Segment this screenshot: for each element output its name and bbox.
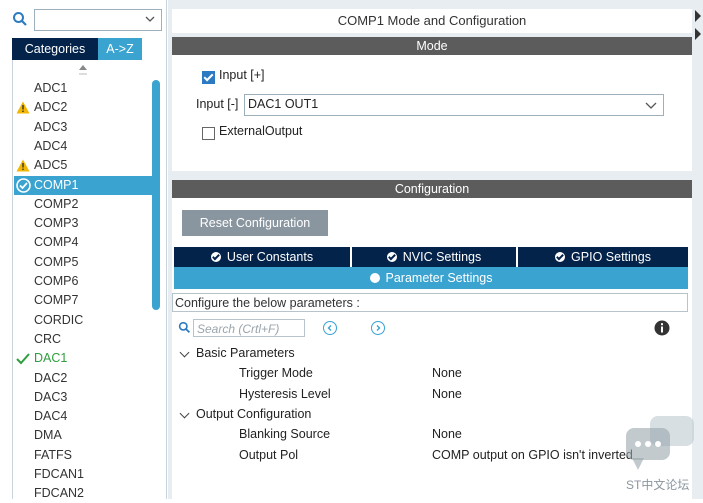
- sidebar-search-row: [12, 9, 162, 31]
- parameter-search-input[interactable]: Search (Crtl+F): [193, 319, 305, 337]
- tab-parameter-settings-label: Parameter Settings: [385, 271, 493, 285]
- info-icon[interactable]: [654, 320, 670, 336]
- sidebar-item-dma[interactable]: DMA: [14, 426, 154, 445]
- search-icon[interactable]: [178, 321, 192, 335]
- check-circle-icon: [16, 178, 31, 193]
- sidebar-item-comp1[interactable]: COMP1: [14, 176, 152, 195]
- checkmark-icon: [16, 352, 30, 365]
- sidebar-item-comp2[interactable]: COMP2: [14, 195, 154, 214]
- sidebar-item-label: FDCAN2: [34, 486, 85, 500]
- sidebar-item-label: ADC3: [34, 120, 68, 134]
- tab-user-constants-label: User Constants: [226, 250, 314, 264]
- parameter-name: Blanking Source: [239, 427, 331, 442]
- sidebar-item-adc3[interactable]: ADC3: [14, 118, 154, 137]
- next-result-icon[interactable]: [371, 321, 385, 335]
- sidebar-item-label: COMP4: [34, 235, 79, 249]
- configuration-section-header: Configuration: [172, 180, 692, 198]
- sidebar-item-comp6[interactable]: COMP6: [14, 272, 154, 291]
- sidebar-item-dac4[interactable]: DAC4: [14, 407, 154, 426]
- scroll-up-icon[interactable]: [78, 64, 88, 78]
- sidebar-item-dac2[interactable]: DAC2: [14, 369, 154, 388]
- tab-nvic-settings-label: NVIC Settings: [402, 250, 482, 264]
- check-circle-icon: [210, 252, 221, 262]
- sidebar-item-label: FATFS: [34, 448, 72, 462]
- chevron-down-icon[interactable]: [144, 13, 156, 25]
- parameter-name: Output Pol: [239, 447, 299, 462]
- search-icon[interactable]: [12, 11, 30, 29]
- sidebar-item-label: DAC3: [34, 390, 68, 404]
- mode-section-header: Mode: [172, 37, 692, 55]
- sidebar-item-label: ADC4: [34, 139, 68, 153]
- parameter-group-label[interactable]: Basic Parameters: [196, 344, 295, 363]
- chat-bubble-icon: [626, 416, 694, 470]
- parameter-group-label[interactable]: Output Configuration: [196, 405, 311, 424]
- sidebar-item-fatfs[interactable]: FATFS: [14, 446, 154, 465]
- warning-icon: [16, 159, 30, 172]
- sidebar-item-label: ADC5: [34, 158, 68, 172]
- sidebar-view-tabs: Categories A->Z: [12, 38, 142, 60]
- sidebar-item-label: COMP1: [34, 178, 79, 192]
- tab-parameter-settings[interactable]: Parameter Settings: [174, 267, 688, 289]
- sidebar-search-input[interactable]: [34, 9, 162, 31]
- tab-gpio-settings[interactable]: GPIO Settings: [518, 247, 688, 267]
- input-plus-label: Input [+]: [219, 68, 265, 82]
- previous-result-icon[interactable]: [323, 321, 337, 335]
- sidebar-item-label: COMP7: [34, 293, 79, 307]
- sidebar-item-comp7[interactable]: COMP7: [14, 291, 154, 310]
- tab-nvic-settings[interactable]: NVIC Settings: [352, 247, 516, 267]
- sidebar-item-label: COMP5: [34, 255, 79, 269]
- sidebar-item-label: ADC1: [34, 81, 68, 95]
- input-minus-select[interactable]: DAC1 OUT1: [244, 94, 664, 116]
- sidebar-item-dac3[interactable]: DAC3: [14, 388, 154, 407]
- sidebar-item-comp5[interactable]: COMP5: [14, 253, 154, 272]
- tab-categories[interactable]: Categories: [12, 38, 98, 60]
- tab-user-constants[interactable]: User Constants: [174, 247, 350, 267]
- parameter-value[interactable]: None: [432, 425, 462, 444]
- configure-parameters-text: Configure the below parameters :: [172, 293, 688, 312]
- tab-a-z[interactable]: A->Z: [98, 38, 142, 60]
- sidebar-item-dac1[interactable]: DAC1: [14, 349, 154, 368]
- check-circle-icon: [386, 252, 397, 262]
- sidebar-item-label: COMP3: [34, 216, 79, 230]
- sidebar-item-cordic[interactable]: CORDIC: [14, 311, 154, 330]
- sidebar-item-comp3[interactable]: COMP3: [14, 214, 154, 233]
- sidebar-item-adc1[interactable]: ADC1: [14, 79, 154, 98]
- parameter-value[interactable]: COMP output on GPIO isn't inverted: [432, 446, 633, 465]
- input-plus-checkbox[interactable]: [202, 71, 215, 84]
- sidebar-item-fdcan2[interactable]: FDCAN2: [14, 484, 154, 503]
- sidebar-item-adc4[interactable]: ADC4: [14, 137, 154, 156]
- watermark: ST中文论坛: [624, 412, 696, 494]
- external-output-label: ExternalOutput: [219, 124, 303, 138]
- sidebar-item-label: CRC: [34, 332, 62, 346]
- sidebar-item-comp4[interactable]: COMP4: [14, 233, 154, 252]
- parameter-name: Hysteresis Level: [239, 386, 331, 401]
- sidebar-item-label: COMP2: [34, 197, 79, 211]
- parameter-value[interactable]: None: [432, 385, 462, 404]
- page-title: COMP1 Mode and Configuration: [172, 9, 692, 33]
- chevron-down-icon: [645, 99, 657, 111]
- sidebar-item-label: DAC2: [34, 371, 68, 385]
- sidebar-item-adc2[interactable]: ADC2: [14, 98, 154, 117]
- warning-icon: [16, 101, 30, 114]
- sidebar-item-label: FDCAN1: [34, 467, 85, 481]
- sidebar-item-label: COMP6: [34, 274, 79, 288]
- tab-gpio-settings-label: GPIO Settings: [571, 250, 651, 264]
- sidebar-item-label: CORDIC: [34, 313, 84, 327]
- sidebar-item-label: DAC1: [34, 351, 68, 365]
- check-circle-icon: [555, 252, 566, 262]
- external-output-checkbox[interactable]: [202, 127, 215, 140]
- sidebar-item-label: DMA: [34, 428, 62, 442]
- sidebar-item-crc[interactable]: CRC: [14, 330, 154, 349]
- input-minus-label: Input [-]: [196, 97, 239, 111]
- sidebar-item-label: ADC2: [34, 100, 68, 114]
- input-minus-value: DAC1 OUT1: [248, 97, 319, 111]
- watermark-text: ST中文论坛: [626, 478, 690, 492]
- sidebar-item-fdcan1[interactable]: FDCAN1: [14, 465, 154, 484]
- parameter-name: Trigger Mode: [239, 366, 313, 381]
- parameter-value[interactable]: None: [432, 364, 462, 383]
- reset-configuration-button[interactable]: Reset Configuration: [182, 210, 328, 236]
- sidebar-item-label: DAC4: [34, 409, 68, 423]
- check-circle-icon: [369, 273, 380, 283]
- sidebar-item-adc5[interactable]: ADC5: [14, 156, 154, 175]
